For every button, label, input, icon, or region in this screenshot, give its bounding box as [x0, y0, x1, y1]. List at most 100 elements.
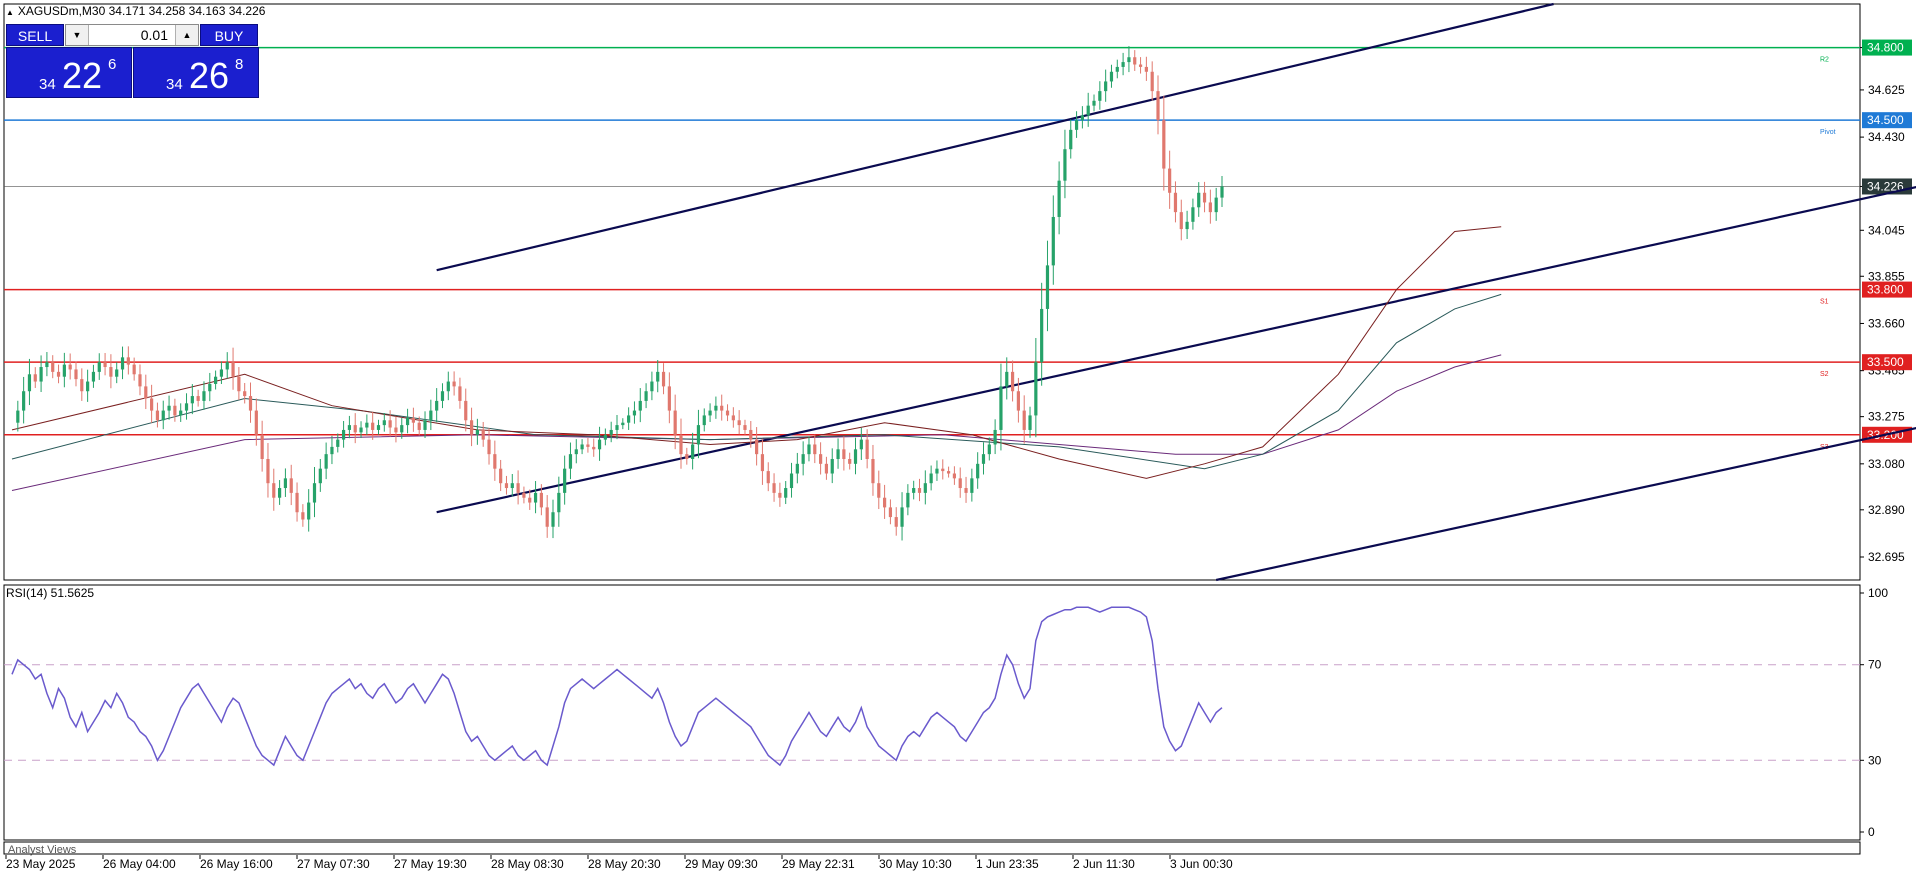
candle-body — [568, 454, 573, 469]
candle-body — [155, 410, 160, 421]
x-tick-label: 28 May 20:30 — [588, 857, 661, 871]
x-tick-label: 27 May 07:30 — [297, 857, 370, 871]
ask-big-figure: 34 — [166, 76, 183, 93]
candle-body — [423, 420, 427, 430]
candle-body — [33, 374, 37, 382]
candle-body — [243, 391, 247, 397]
y-tick-label: 34.430 — [1868, 130, 1905, 144]
candle-body — [819, 454, 823, 464]
candle-body — [749, 429, 753, 440]
candle-body — [446, 381, 450, 392]
candle-body — [248, 396, 253, 411]
channel-line-lower — [1215, 426, 1916, 582]
candle-body — [638, 400, 642, 411]
candle-body — [51, 362, 55, 372]
candle-body — [702, 415, 706, 426]
candle-body — [417, 422, 421, 430]
candle-body — [1179, 212, 1183, 230]
candle-body — [580, 444, 584, 450]
lot-increase-icon[interactable]: ▲ — [175, 25, 198, 45]
candle-body — [842, 449, 846, 459]
candle-body — [103, 362, 107, 368]
candle-body — [1010, 371, 1015, 392]
candle-body — [1208, 202, 1212, 213]
candle-body — [824, 463, 829, 474]
candle-body — [144, 386, 148, 399]
rsi-panel-frame — [3, 584, 1861, 841]
rsi-tick-label: 70 — [1868, 658, 1882, 672]
sell-button[interactable]: SELL — [6, 24, 64, 46]
x-tick-label: 30 May 10:30 — [879, 857, 952, 871]
candle-body — [283, 478, 288, 489]
candle-body — [475, 429, 479, 435]
candle-body — [1074, 120, 1079, 130]
collapse-triangle-icon[interactable]: ▲ — [6, 8, 14, 17]
level-name-s1: S1 — [1820, 299, 1829, 306]
rsi-line — [11, 606, 1223, 767]
candle-body — [917, 488, 922, 493]
ask-quote-button[interactable]: 34 26 8 — [133, 47, 259, 98]
candle-body — [679, 434, 683, 455]
x-tick-label: 2 Jun 11:30 — [1073, 857, 1135, 871]
candle-body — [737, 420, 741, 426]
lot-input[interactable]: 0.01 — [90, 25, 174, 45]
candle-body — [853, 449, 858, 464]
candle-body — [91, 371, 96, 382]
candle-body — [551, 512, 555, 527]
channel-line-upper — [436, 2, 1554, 272]
candle-body — [307, 502, 311, 520]
y-tick-label: 33.660 — [1868, 316, 1905, 330]
candle-body — [45, 362, 49, 368]
candle-body — [830, 458, 834, 474]
candle-body — [330, 446, 334, 455]
rsi-title: RSI(14) 51.5625 — [6, 586, 95, 600]
candle-body — [260, 434, 264, 459]
buy-button[interactable]: BUY — [200, 24, 258, 46]
candle-body — [487, 439, 491, 455]
lot-stepper[interactable]: ▼ 0.01 ▲ — [65, 24, 199, 46]
candle-body — [312, 483, 317, 503]
candle-body — [621, 422, 625, 426]
candle-body — [1214, 197, 1218, 213]
candle-body — [173, 405, 177, 416]
candle-body — [1121, 62, 1125, 67]
analyst-views-tab[interactable]: Analyst Views — [8, 844, 76, 856]
candle-body — [784, 488, 788, 498]
candle-body — [74, 369, 78, 380]
candle-body — [1173, 192, 1178, 213]
chart-canvas[interactable]: 34.80034.62534.43034.22634.04533.85533.6… — [0, 0, 1916, 874]
candle-body — [597, 439, 602, 450]
candle-body — [435, 400, 439, 411]
candle-body — [219, 369, 224, 377]
candle-body — [987, 444, 991, 455]
candle-body — [27, 374, 32, 392]
candle-body — [1063, 149, 1067, 181]
candle-body — [871, 458, 875, 484]
candle-body — [481, 429, 485, 440]
bottom-tab-strip — [3, 841, 1861, 855]
y-tick-label: 34.625 — [1868, 83, 1905, 97]
candle-body — [225, 362, 229, 370]
bid-point: 6 — [108, 56, 117, 73]
candle-body — [574, 449, 578, 455]
candle-body — [1098, 91, 1102, 101]
candle-body — [1162, 120, 1166, 169]
candle-body — [900, 507, 904, 527]
candle-body — [1016, 391, 1020, 411]
x-tick-label: 27 May 19:30 — [394, 857, 467, 871]
candle-body — [254, 410, 258, 435]
candle-body — [912, 488, 916, 493]
candle-body — [214, 376, 218, 384]
candle-body — [1040, 308, 1044, 363]
candle-body — [941, 468, 945, 472]
bid-quote-button[interactable]: 34 22 6 — [6, 47, 132, 98]
candle-body — [743, 425, 747, 430]
candle-body — [609, 429, 613, 435]
candle-body — [603, 434, 607, 440]
candle-body — [22, 391, 26, 411]
candle-body — [86, 381, 90, 392]
candle-body — [1168, 168, 1172, 193]
lot-decrease-icon[interactable]: ▼ — [66, 25, 89, 45]
candle-body — [190, 396, 194, 404]
candle-body — [656, 371, 660, 382]
